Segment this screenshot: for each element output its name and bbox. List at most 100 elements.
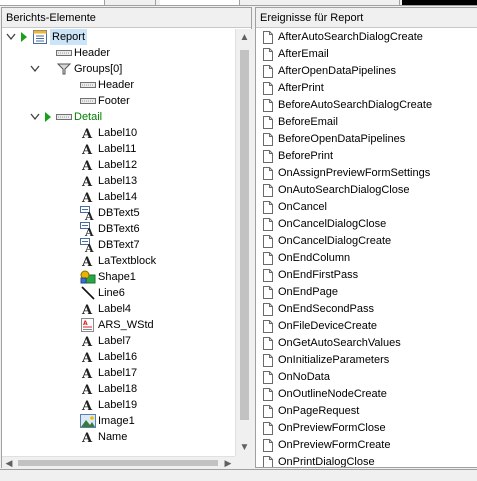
tree-node-label: Image1 bbox=[98, 415, 135, 427]
tab-2[interactable] bbox=[110, 0, 156, 5]
event-item[interactable]: AfterEmail bbox=[256, 46, 477, 63]
label-icon: A bbox=[80, 158, 96, 174]
event-label: BeforeOpenDataPipelines bbox=[278, 133, 406, 145]
event-item[interactable]: OnEndPage bbox=[256, 284, 477, 301]
event-item[interactable]: OnCancelDialogClose bbox=[256, 216, 477, 233]
tree-node[interactable]: A Label18 bbox=[2, 381, 235, 398]
tab-1[interactable] bbox=[0, 0, 105, 5]
tree-node[interactable]: Report bbox=[2, 29, 235, 45]
tree-node[interactable]: A Label14 bbox=[2, 189, 235, 206]
event-item[interactable]: OnPreviewFormCreate bbox=[256, 437, 477, 454]
event-item[interactable]: OnOutlineNodeCreate bbox=[256, 386, 477, 403]
label-icon: A bbox=[80, 142, 96, 158]
tree-node-label: Label16 bbox=[98, 351, 138, 363]
tree-node[interactable]: A Label11 bbox=[2, 141, 235, 158]
event-item[interactable]: AfterAutoSearchDialogCreate bbox=[256, 29, 477, 46]
tree-node[interactable]: A ARS_WStd bbox=[2, 317, 235, 333]
svg-text:A: A bbox=[81, 431, 93, 444]
event-label: OnEndPage bbox=[278, 286, 338, 298]
event-item[interactable]: BeforeOpenDataPipelines bbox=[256, 131, 477, 148]
tree-node-label: Detail bbox=[74, 111, 103, 123]
document-icon bbox=[263, 99, 273, 112]
document-icon bbox=[263, 371, 273, 384]
event-item[interactable]: OnCancel bbox=[256, 199, 477, 216]
tree-node[interactable]: Line6 bbox=[2, 285, 235, 301]
event-item[interactable]: OnPrintDialogClose bbox=[256, 454, 477, 467]
event-label: OnCancelDialogClose bbox=[278, 218, 387, 230]
band-icon bbox=[80, 78, 96, 92]
tab-4[interactable] bbox=[300, 0, 400, 5]
tree-node-label: Label19 bbox=[98, 399, 138, 411]
band-icon bbox=[56, 46, 72, 60]
svg-text:A: A bbox=[84, 210, 94, 220]
event-item[interactable]: OnInitializeParameters bbox=[256, 352, 477, 369]
event-item[interactable]: OnNoData bbox=[256, 369, 477, 386]
tree-node[interactable]: A DBText6 bbox=[2, 221, 235, 239]
event-item[interactable]: OnEndFirstPass bbox=[256, 267, 477, 284]
event-item[interactable]: BeforeEmail bbox=[256, 114, 477, 131]
tree-horizontal-scrollbar[interactable]: ◀ ▶ bbox=[2, 456, 235, 468]
document-icon bbox=[263, 65, 273, 78]
tree-node[interactable]: A Label16 bbox=[2, 349, 235, 366]
tree-node[interactable]: A Label13 bbox=[2, 173, 235, 190]
tree-node-label: Label7 bbox=[98, 335, 132, 347]
tab-3[interactable] bbox=[160, 0, 240, 5]
svg-text:A: A bbox=[81, 303, 93, 316]
tree-node[interactable]: Groups[0] bbox=[2, 61, 235, 77]
tree-node[interactable]: A Label10 bbox=[2, 125, 235, 142]
tree-node[interactable]: A Name bbox=[2, 429, 235, 446]
tree-node[interactable]: A DBText7 bbox=[2, 237, 235, 255]
expand-toggle-icon[interactable] bbox=[30, 63, 40, 75]
event-label: OnCancelDialogCreate bbox=[278, 235, 392, 247]
tree-node[interactable]: A Label7 bbox=[2, 333, 235, 350]
tree-node[interactable]: Shape1 bbox=[2, 269, 235, 285]
tree-node-label: Header bbox=[98, 79, 135, 91]
tree-node[interactable]: A LaTextblock bbox=[2, 253, 235, 270]
dbtext-icon: A bbox=[80, 222, 96, 239]
event-item[interactable]: OnGetAutoSearchValues bbox=[256, 335, 477, 352]
event-item[interactable]: OnPageRequest bbox=[256, 403, 477, 420]
scroll-left-button[interactable]: ◀ bbox=[2, 457, 16, 469]
tree-node[interactable]: A Label4 bbox=[2, 301, 235, 318]
event-item[interactable]: OnPreviewFormClose bbox=[256, 420, 477, 437]
tree-node-label: DBText5 bbox=[98, 207, 140, 219]
svg-text:A: A bbox=[81, 335, 93, 348]
event-item[interactable]: OnAssignPreviewFormSettings bbox=[256, 165, 477, 182]
event-item[interactable]: OnEndColumn bbox=[256, 250, 477, 267]
label-icon: A bbox=[80, 254, 96, 270]
tree-node[interactable]: A DBText5 bbox=[2, 205, 235, 223]
tree-node[interactable]: A Label12 bbox=[2, 157, 235, 174]
hscroll-thumb[interactable] bbox=[18, 460, 218, 466]
document-icon bbox=[263, 116, 273, 129]
document-icon bbox=[263, 320, 273, 333]
event-item[interactable]: BeforeAutoSearchDialogCreate bbox=[256, 97, 477, 114]
event-item[interactable]: OnFileDeviceCreate bbox=[256, 318, 477, 335]
event-item[interactable]: OnAutoSearchDialogClose bbox=[256, 182, 477, 199]
tree-node[interactable]: Footer bbox=[2, 93, 235, 109]
scroll-thumb[interactable] bbox=[240, 50, 249, 420]
event-item[interactable]: AfterOpenDataPipelines bbox=[256, 63, 477, 80]
event-item[interactable]: AfterPrint bbox=[256, 80, 477, 97]
tree-node[interactable]: Detail bbox=[2, 109, 235, 125]
scroll-right-button[interactable]: ▶ bbox=[221, 457, 235, 469]
event-item[interactable]: OnEndSecondPass bbox=[256, 301, 477, 318]
dbtext-icon: A bbox=[80, 206, 96, 223]
scroll-up-button[interactable]: ▲ bbox=[236, 29, 253, 46]
tree-vertical-scrollbar[interactable]: ▲ ▼ bbox=[235, 29, 252, 456]
tree-node[interactable]: A Label19 bbox=[2, 397, 235, 414]
expand-toggle-icon[interactable] bbox=[30, 111, 40, 123]
document-icon bbox=[263, 150, 273, 163]
tree-node[interactable]: Header bbox=[2, 45, 235, 61]
event-item[interactable]: OnCancelDialogCreate bbox=[256, 233, 477, 250]
tree-node[interactable]: Header bbox=[2, 77, 235, 93]
tree-node-label: Groups[0] bbox=[74, 63, 123, 75]
tree-node[interactable]: Image1 bbox=[2, 413, 235, 429]
tab-strip bbox=[0, 0, 477, 6]
tree-node[interactable]: A Label17 bbox=[2, 365, 235, 382]
tree-node-label: Shape1 bbox=[98, 271, 136, 283]
expand-toggle-icon[interactable] bbox=[6, 31, 16, 43]
tree-node-label: Report bbox=[50, 29, 88, 45]
svg-text:A: A bbox=[81, 383, 93, 396]
event-item[interactable]: BeforePrint bbox=[256, 148, 477, 165]
scroll-down-button[interactable]: ▼ bbox=[236, 439, 253, 456]
